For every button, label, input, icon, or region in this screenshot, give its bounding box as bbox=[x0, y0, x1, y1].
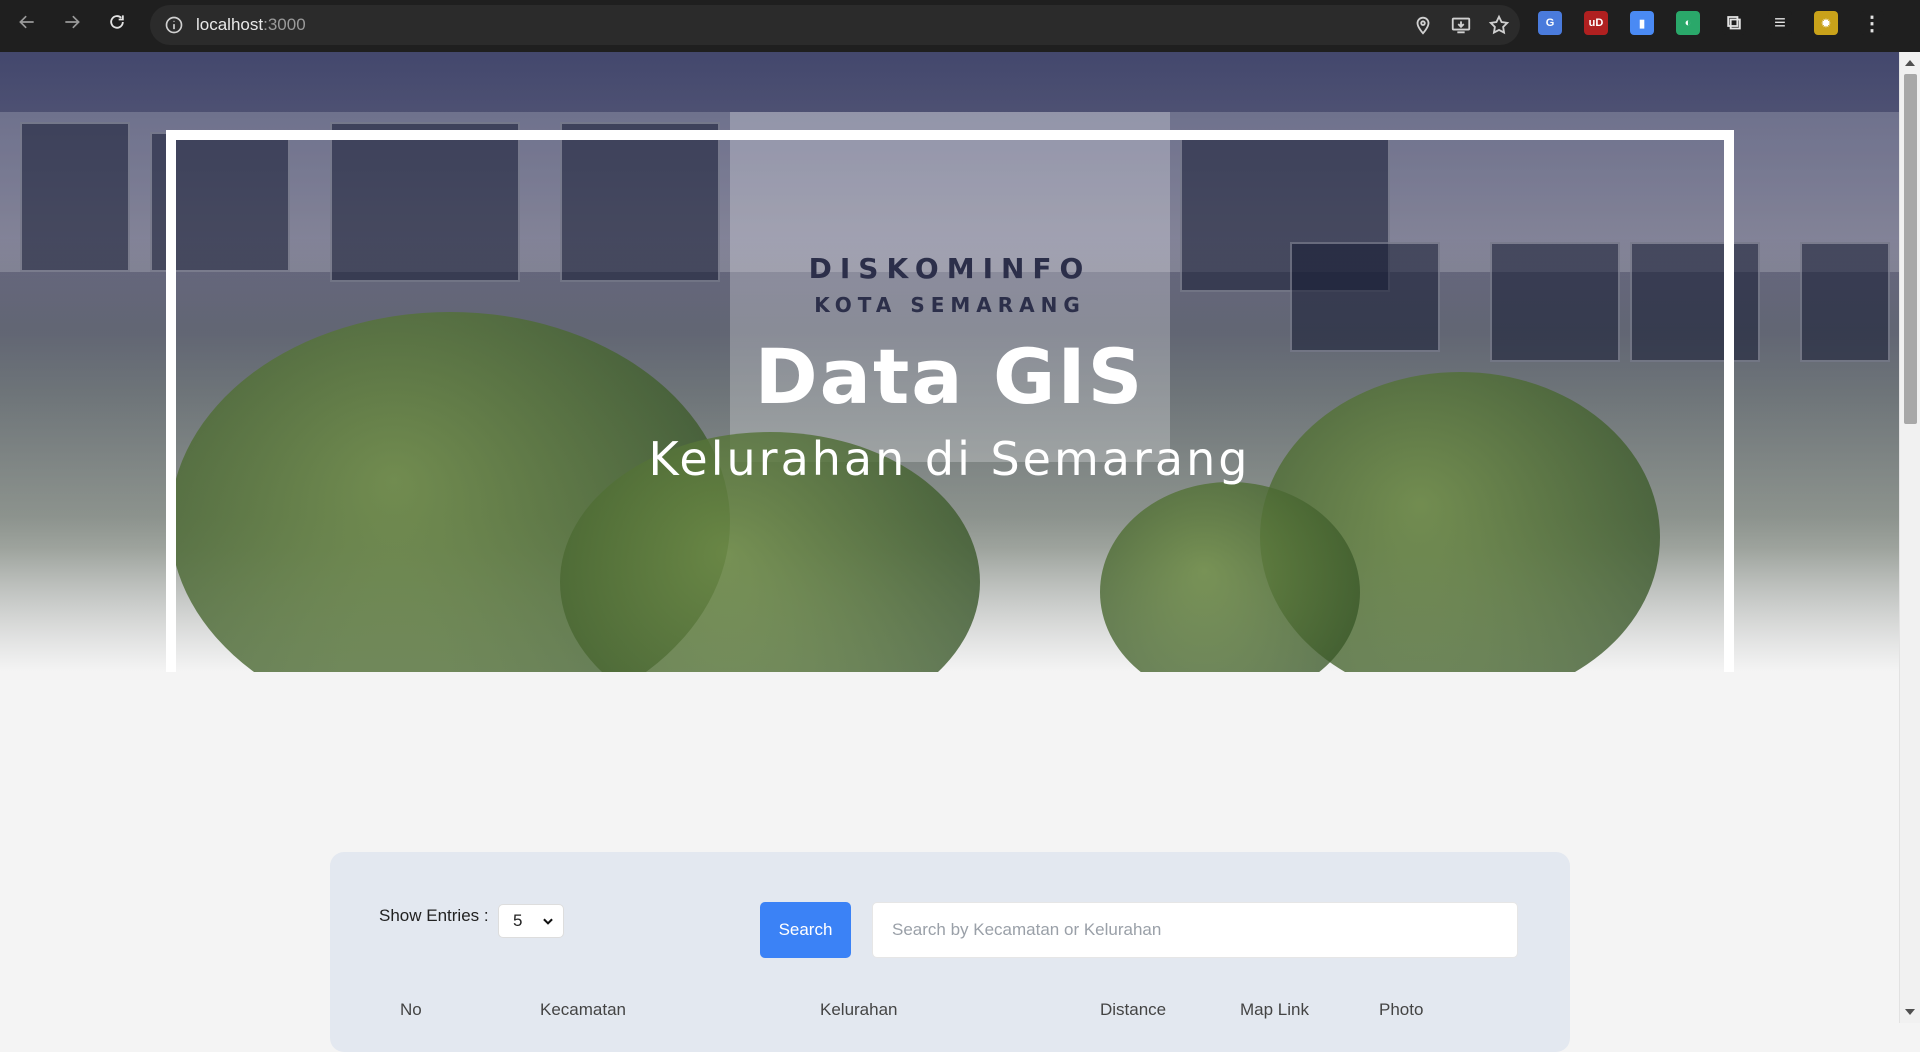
scroll-down-arrow-icon[interactable] bbox=[1905, 1009, 1915, 1015]
scroll-up-arrow-icon[interactable] bbox=[1905, 60, 1915, 66]
extensions-puzzle-icon[interactable]: ⧉ bbox=[1722, 11, 1746, 35]
google-translate-icon[interactable]: G bbox=[1538, 11, 1562, 35]
back-icon[interactable] bbox=[5, 0, 49, 44]
show-entries-select[interactable]: 5 bbox=[498, 904, 564, 938]
search-button[interactable]: Search bbox=[760, 902, 851, 958]
docs-icon[interactable]: ▮ bbox=[1630, 11, 1654, 35]
show-entries-label: Show Entries : bbox=[379, 906, 489, 925]
column-header-distance[interactable]: Distance bbox=[1100, 1000, 1166, 1020]
data-table-card: Show Entries : 5 Search No Kecamatan Kel… bbox=[330, 852, 1570, 1052]
forward-icon[interactable] bbox=[50, 0, 94, 44]
page-scrollbar[interactable] bbox=[1899, 52, 1920, 1023]
column-header-map-link[interactable]: Map Link bbox=[1240, 1000, 1309, 1020]
install-app-icon[interactable] bbox=[1450, 14, 1472, 36]
profile-avatar-icon[interactable]: ✹ bbox=[1814, 11, 1838, 35]
location-pin-icon[interactable] bbox=[1412, 14, 1434, 36]
reload-icon[interactable] bbox=[95, 0, 139, 44]
scroll-thumb[interactable] bbox=[1904, 74, 1917, 424]
edge-extension-icon[interactable]: ◐ bbox=[1676, 11, 1700, 35]
menu-kebab-icon[interactable]: ⋮ bbox=[1860, 11, 1884, 35]
show-entries-value: 5 bbox=[513, 911, 523, 930]
column-header-photo[interactable]: Photo bbox=[1379, 1000, 1423, 1020]
chevron-down-icon bbox=[543, 918, 553, 925]
column-header-kelurahan[interactable]: Kelurahan bbox=[820, 1000, 898, 1020]
column-header-kecamatan[interactable]: Kecamatan bbox=[540, 1000, 626, 1020]
media-control-icon[interactable]: ≡ bbox=[1768, 11, 1792, 35]
column-header-no[interactable]: No bbox=[400, 1000, 422, 1020]
address-bar[interactable]: localhost:3000 bbox=[150, 5, 1520, 45]
site-info-icon[interactable] bbox=[164, 15, 184, 35]
search-input[interactable] bbox=[872, 902, 1518, 958]
ublock-icon[interactable]: uD bbox=[1584, 11, 1608, 35]
bookmark-star-icon[interactable] bbox=[1488, 14, 1510, 36]
extensions-area: GuD ▮ ◐ ⧉ ≡ ✹ ⋮ bbox=[1538, 0, 1884, 46]
browser-toolbar: localhost:3000 GuD ▮ ◐ ⧉ ≡ ✹ ⋮ bbox=[0, 0, 1920, 52]
page-subtitle: Kelurahan di Semarang bbox=[648, 432, 1251, 486]
url-text: localhost:3000 bbox=[196, 15, 306, 34]
hero-banner: DISKOMINFO KOTA SEMARANG Data GIS Kelura… bbox=[0, 52, 1899, 672]
page-title: Data GIS bbox=[754, 332, 1145, 421]
